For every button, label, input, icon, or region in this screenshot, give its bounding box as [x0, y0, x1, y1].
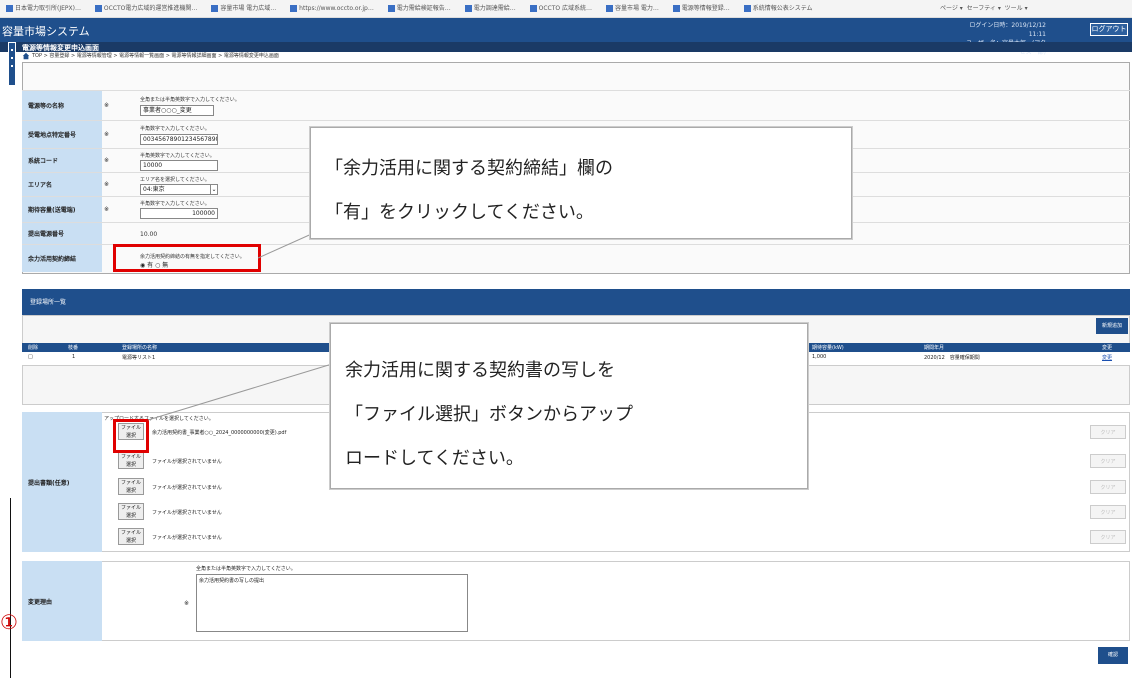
form-row-name: 電源等の名称 ※ 全角または半角英数字で入力してください。 事業者○○○_変更 — [22, 90, 1130, 120]
field-hint: 半角英数字で入力してください。 — [140, 153, 215, 159]
app-title: 容量市場システム — [2, 25, 90, 38]
bookmark-item[interactable]: https://www.occto.or.jp… — [290, 5, 374, 12]
callout-contract: 「余力活用に関する契約締結」欄の 「有」をクリックしてください。 — [310, 127, 852, 239]
add-new-button[interactable]: 新規追加 — [1096, 318, 1128, 334]
bookmark-item[interactable]: 電力調達需給… — [464, 3, 516, 12]
required-mark: ※ — [104, 131, 110, 138]
list-title: 登録場所一覧 — [30, 299, 67, 306]
file-status: ファイルが選択されていません — [152, 535, 222, 541]
bookmark-item[interactable]: OCCTO電力広域的運営推進機関… — [94, 3, 197, 12]
browser-toolbar-menu: ページ ▾ セーフティ ▾ ツール ▾ — [940, 3, 1028, 12]
supply-point-input[interactable]: 0034567890123456789000 — [140, 134, 218, 145]
reason-hint: 全角または半角英数字で入力してください。 — [196, 566, 296, 572]
column-header: 期待容量(kW) — [812, 345, 844, 351]
callout-text-1: 「余力活用に関する契約締結」欄の — [325, 158, 613, 179]
app-header: 容量市場システム ログイン日時：2019/12/12 11:11 ユーザー名：容… — [0, 18, 1132, 56]
area-selected-value: 04:東京 — [143, 186, 165, 193]
side-menu-toggle[interactable] — [8, 42, 16, 86]
bookmark-item[interactable]: 容量市場 電力広域… — [211, 3, 276, 12]
field-hint: 全角または半角英数字で入力してください。 — [140, 97, 240, 103]
callout-text-4: 「ファイル選択」ボタンからアップ — [345, 404, 633, 425]
file-clear-button[interactable]: クリア — [1090, 505, 1126, 519]
required-mark: ※ — [104, 181, 110, 188]
file-select-button[interactable]: ファイル選択 — [118, 478, 144, 495]
confirm-button[interactable]: 確認 — [1098, 647, 1128, 664]
callout-upload: 余力活用に関する契約書の写しを 「ファイル選択」ボタンからアップ ロードしてくだ… — [330, 323, 808, 489]
callout-text-2: 「有」をクリックしてください。 — [325, 202, 594, 223]
column-header: 登録場所の名称 — [122, 345, 158, 351]
annotation-marker: ① — [0, 610, 18, 634]
file-select-button[interactable]: ファイル選択 — [118, 528, 144, 545]
field-hint: エリア名を選択してください。 — [140, 177, 210, 183]
login-date: ログイン日時：2019/12/12 11:11 — [969, 22, 1046, 38]
column-header: 期間年月 — [924, 345, 945, 351]
breadcrumb: TOP > 容量登録 > 電源等情報管理 > 電源等情報一覧画面 > 電源等情報… — [32, 53, 279, 59]
field-hint: 半角数字で入力してください。 — [140, 201, 210, 207]
row-change-link[interactable]: 変更 — [1102, 354, 1112, 361]
area-select[interactable]: 04:東京 — [140, 184, 218, 195]
field-label: 電源等の名称 — [22, 91, 102, 120]
grid-code-input[interactable]: 10000 — [140, 160, 218, 171]
file-status: ファイルが選択されていません — [152, 459, 222, 465]
required-mark: ※ — [104, 102, 110, 109]
bookmark-item[interactable]: 系統情報公表システム — [743, 3, 813, 12]
bookmark-item[interactable]: 電源等情報登録… — [672, 3, 730, 12]
column-header: 枝番 — [68, 345, 79, 351]
required-mark: ※ — [104, 206, 110, 213]
field-label: 余力活用契約締結 — [22, 245, 102, 272]
file-clear-button[interactable]: クリア — [1090, 454, 1126, 468]
bookmark-item[interactable]: 容量市場 電力… — [605, 3, 659, 12]
toolbar-tools-menu[interactable]: ツール ▾ — [1005, 5, 1028, 12]
toolbar-page-menu[interactable]: ページ ▾ — [940, 5, 963, 12]
reason-textarea[interactable]: 余力活用契約書の写しの提出 — [196, 574, 468, 632]
bookmark-item[interactable]: OCCTO 広域系統… — [529, 3, 592, 12]
logout-button[interactable]: ログアウト — [1090, 23, 1128, 36]
field-label: エリア名 — [22, 173, 102, 196]
callout-text-5: ロードしてください。 — [345, 448, 524, 469]
callout-text-3: 余力活用に関する契約書の写しを — [345, 360, 615, 381]
column-header: 変更 — [1102, 345, 1113, 351]
required-mark: ※ — [184, 600, 190, 607]
field-label: 系統コード — [22, 149, 102, 172]
file-status: 余力活用契約書_事業者○○_2024_0000000000(変更).pdf — [152, 430, 287, 436]
file-clear-button[interactable]: クリア — [1090, 530, 1126, 544]
row-delete-checkbox[interactable]: □ — [28, 354, 33, 360]
field-hint: 半角数字で入力してください。 — [140, 126, 210, 132]
file-select-button[interactable]: ファイル選択 — [118, 452, 144, 469]
row-period: 2020/12 容量確保期間 — [924, 355, 980, 361]
highlight-box — [113, 244, 261, 272]
row-capacity: 1,000 — [812, 354, 827, 360]
page-heading-bar: 電源等情報変更申込画面 — [0, 42, 1132, 52]
callout-leader-line — [147, 363, 333, 421]
toolbar-safety-menu[interactable]: セーフティ ▾ — [967, 5, 1001, 12]
row-name: 電源等リスト1 — [122, 355, 156, 361]
field-label: 期待容量(送電端) — [22, 197, 102, 222]
annotation-line — [10, 498, 11, 678]
file-clear-button[interactable]: クリア — [1090, 480, 1126, 494]
bookmark-item[interactable]: 日本電力取引所(JEPX)… — [6, 3, 81, 12]
home-icon[interactable] — [22, 52, 30, 60]
row-number: 1 — [72, 354, 76, 360]
bookmark-item[interactable]: 電力需給検証報告… — [387, 3, 451, 12]
chevron-down-icon[interactable]: ⌄ — [210, 184, 218, 195]
file-status: ファイルが選択されていません — [152, 510, 222, 516]
number-value: 10.00 — [140, 231, 158, 238]
file-status: ファイルが選択されていません — [152, 485, 222, 491]
file-clear-button[interactable]: クリア — [1090, 425, 1126, 439]
files-label: 提出書類(任意) — [22, 412, 102, 552]
column-header: 削除 — [28, 345, 39, 351]
file-select-button[interactable]: ファイル選択 — [118, 503, 144, 520]
highlight-box — [113, 419, 149, 453]
callout-leader-line — [258, 231, 317, 259]
list-section-header: 登録場所一覧 — [22, 289, 1130, 315]
required-mark: ※ — [104, 157, 110, 164]
reason-label: 変更理由 — [22, 561, 102, 641]
field-label: 提出電源番号 — [22, 223, 102, 244]
facility-name-input[interactable]: 事業者○○○_変更 — [140, 105, 214, 116]
capacity-input[interactable]: 100000 — [140, 208, 218, 219]
field-label: 受電地点特定番号 — [22, 121, 102, 148]
